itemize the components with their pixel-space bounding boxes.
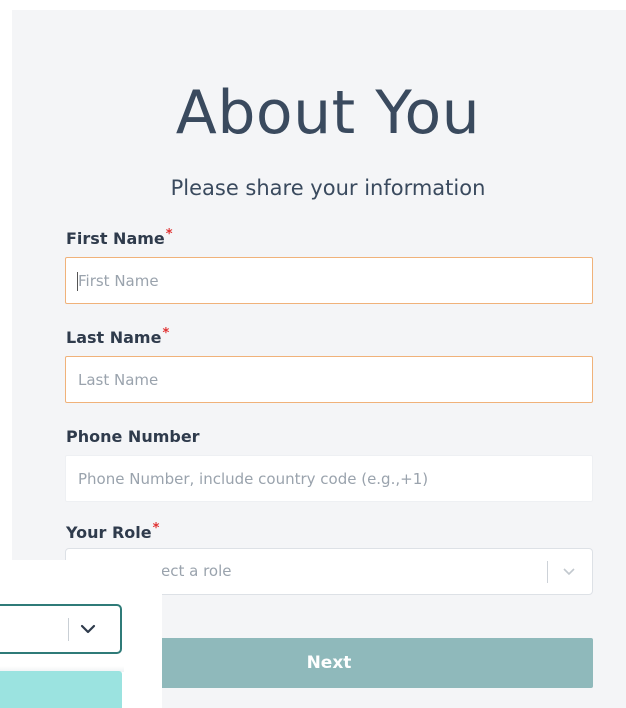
role-select-active[interactable] <box>0 604 122 654</box>
required-marker: * <box>162 326 170 341</box>
phone-input[interactable] <box>65 455 593 502</box>
role-label-text: Your Role <box>66 523 152 542</box>
page-title: About You <box>175 78 481 148</box>
chevron-down-icon[interactable] <box>560 561 578 581</box>
required-marker: * <box>152 521 160 536</box>
text-cursor <box>77 272 78 291</box>
last-name-label: Last Name* <box>66 326 170 347</box>
first-name-input[interactable] <box>65 257 593 304</box>
select-separator <box>547 561 548 583</box>
chevron-down-icon[interactable] <box>78 618 98 640</box>
last-name-input[interactable] <box>65 356 593 403</box>
phone-label-text: Phone Number <box>66 427 200 446</box>
dropdown-option-highlighted[interactable] <box>0 671 122 708</box>
first-name-label: First Name* <box>66 227 173 248</box>
role-select-placeholder: ect a role <box>161 562 232 580</box>
select-separator <box>68 618 69 641</box>
page-subtitle: Please share your information <box>170 176 486 200</box>
required-marker: * <box>165 227 173 242</box>
dropdown-overlay <box>0 560 162 708</box>
role-label: Your Role* <box>66 521 160 542</box>
phone-label: Phone Number <box>66 427 200 446</box>
first-name-label-text: First Name <box>66 229 165 248</box>
last-name-label-text: Last Name <box>66 328 162 347</box>
